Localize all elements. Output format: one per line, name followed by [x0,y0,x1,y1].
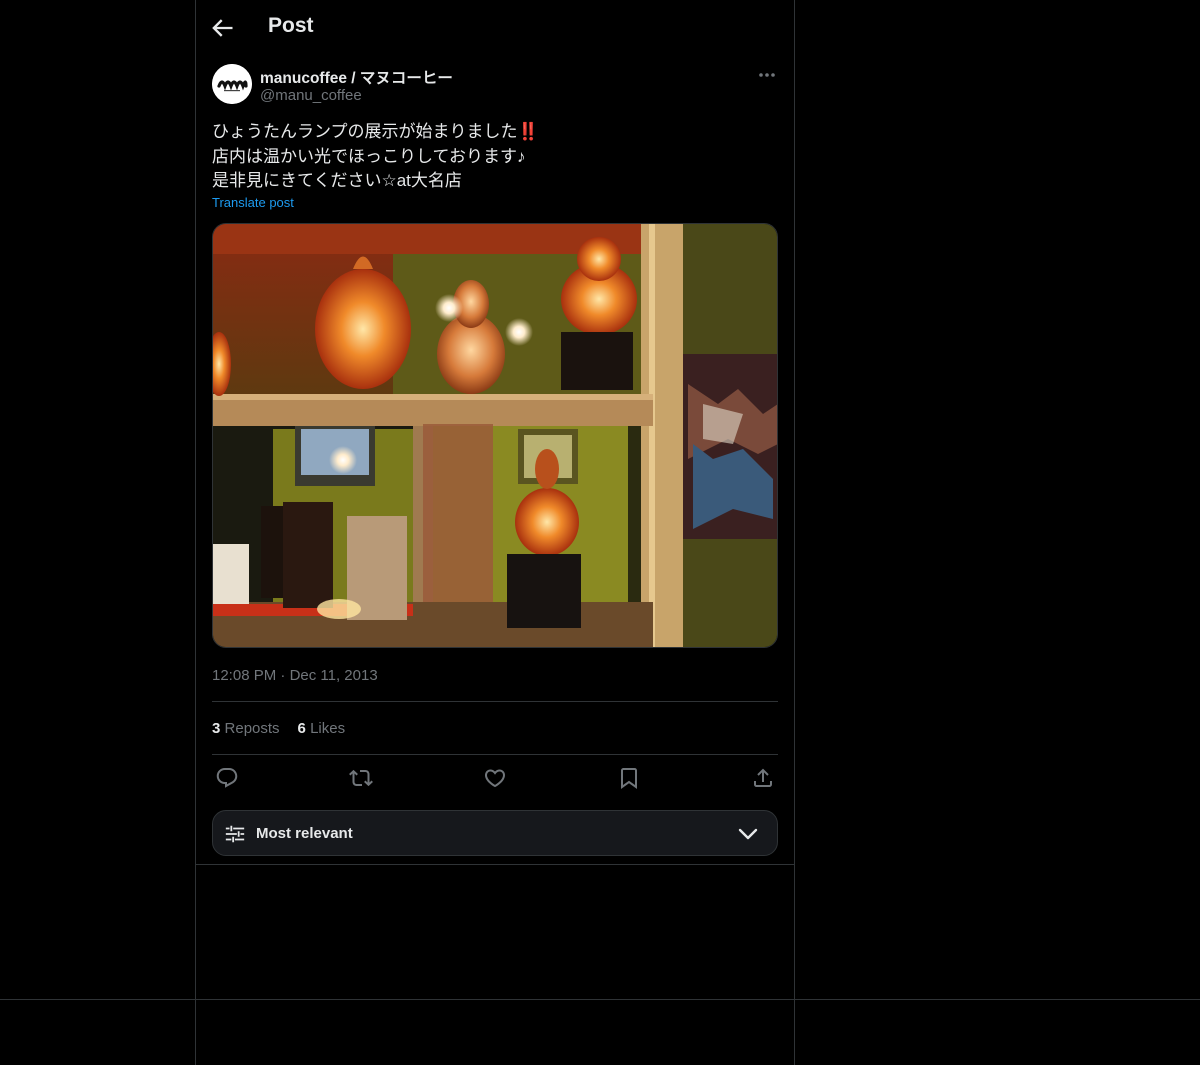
post-bottom-divider [196,864,794,865]
post-image[interactable] [212,223,778,648]
post-text-line: 是非見にきてください☆at大名店 [212,171,462,190]
translate-post-link[interactable]: Translate post [212,195,294,210]
likes-label: Likes [310,720,346,737]
author-handle[interactable]: @manu_coffee [260,87,362,104]
reposts-count: 3 [212,720,221,737]
author-name[interactable]: manucoffee / マヌコーヒー [260,66,453,88]
repost-icon [349,769,373,787]
post-text-line: ひょうたんランプの展示が始まりました‼️ [212,122,539,141]
avatar[interactable] [212,64,252,104]
sliders-icon [225,825,245,843]
share-icon [754,768,772,787]
reply-icon [216,768,238,788]
post-date: Dec 11, 2013 [289,667,378,684]
reposts-stat[interactable]: 3 Reposts [212,720,280,737]
heart-icon [484,769,506,788]
more-options-button[interactable] [756,66,778,84]
stats-top-divider [212,701,778,702]
post-header: Post [196,0,794,56]
post-timestamp[interactable]: 12:08 PM · Dec 11, 2013 [212,667,378,684]
left-column-border [195,0,196,1065]
post-text-line: 店内は温かい光でほっこりしております♪ [212,146,526,166]
gourd-lamp-photo [213,224,777,647]
more-horizontal-icon [759,73,775,77]
reposts-label: Reposts [224,720,280,737]
action-bar [212,764,778,792]
reply-sort-dropdown[interactable]: Most relevant [212,810,778,856]
page-divider [0,999,1200,1000]
likes-count: 6 [297,720,306,737]
right-column-border [794,0,795,1065]
chevron-down-icon [738,828,758,840]
timestamp-separator: · [280,667,286,684]
avatar-logo [212,64,252,104]
post-text: ひょうたんランプの展示が始まりました‼️ 店内は温かい光でほっこりしております♪ 是… [212,120,539,194]
share-button[interactable] [751,766,775,790]
likes-stat[interactable]: 6 Likes [298,720,346,737]
reply-button[interactable] [215,766,239,790]
bookmark-button[interactable] [617,766,641,790]
repost-button[interactable] [349,766,373,790]
sort-label: Most relevant [256,825,353,842]
arrow-left-icon [212,19,233,37]
stats-bottom-divider [212,754,778,755]
like-button[interactable] [483,766,507,790]
engagement-stats: 3 Reposts 6 Likes [212,720,363,737]
bookmark-icon [621,768,637,789]
back-button[interactable] [208,14,236,42]
page-title: Post [268,14,314,37]
post-time: 12:08 PM [212,667,277,684]
